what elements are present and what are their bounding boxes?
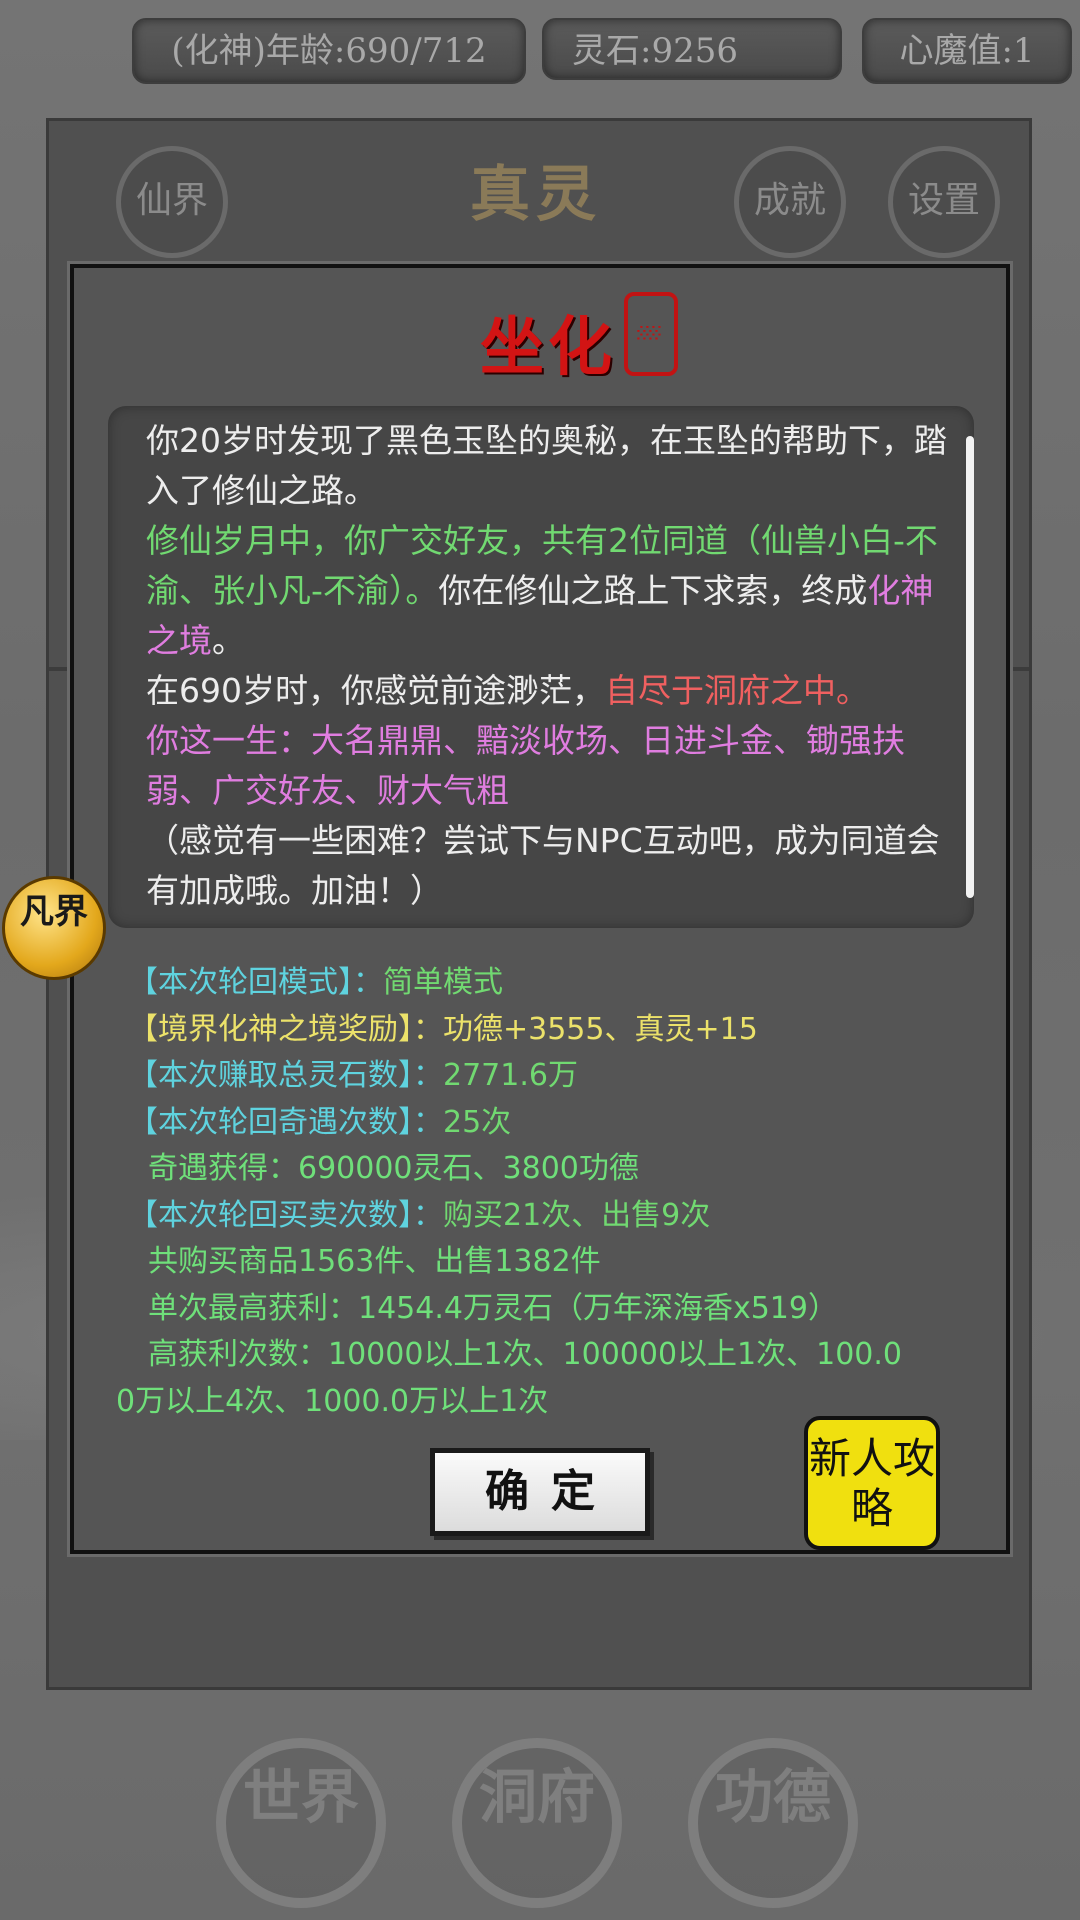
summary-value: 25次 <box>443 1104 512 1140</box>
story-death: 自尽于洞府之中。 <box>605 671 869 710</box>
summary-profit-counts: 高获利次数：10000以上1次、100000以上1次、100.0 <box>148 1337 903 1372</box>
summary-earn: 【本次赚取总灵石数】：2771.6万 <box>128 1053 968 1100</box>
story-text: 你20岁时发现了黑色玉坠的奥秘，在玉坠的帮助下，踏入了修仙之路。 修仙岁月中，你… <box>146 416 956 916</box>
confirm-button[interactable]: 确定 <box>430 1448 650 1536</box>
settings-button[interactable]: 设置 <box>888 146 1000 258</box>
story-seek: 你在修仙之路上下求索，终成 <box>438 571 868 610</box>
newbie-guide-button[interactable]: 新人攻略 <box>804 1416 940 1550</box>
summary-label: 【本次轮回奇遇次数】： <box>128 1104 443 1140</box>
achievements-button[interactable]: 成就 <box>734 146 846 258</box>
page-title: 真灵 <box>470 160 602 230</box>
spirit-stone-stat: 灵石:9256 <box>542 18 842 80</box>
red-seal-icon: ░ <box>624 292 678 376</box>
summary-encounter: 【本次轮回奇遇次数】：25次 <box>128 1100 968 1147</box>
summary-encounter-gain: 奇遇获得：690000灵石、3800功德 <box>148 1151 639 1186</box>
story-line: 你20岁时发现了黑色玉坠的奥秘，在玉坠的帮助下，踏入了修仙之路。 <box>146 421 947 510</box>
summary-label: 【本次赚取总灵石数】： <box>128 1058 443 1093</box>
merit-nav-button[interactable]: 功德 <box>688 1738 858 1908</box>
age-stat: (化神)年龄:690/712 <box>132 18 526 84</box>
story-line: 修仙岁月中，你广交好友，共有2位同道（仙兽小白-不渝、张小凡-不渝）。你在修仙之… <box>146 516 956 666</box>
cave-nav-button[interactable]: 洞府 <box>452 1738 622 1908</box>
story-line: （感觉有一些困难？尝试下与NPC互动吧，成为同道会有加成哦。加油！） <box>146 821 940 910</box>
summary-value: 简单模式 <box>383 965 503 1000</box>
summary-best-profit: 单次最高获利：1454.4万灵石（万年深海香x519） <box>148 1290 838 1326</box>
summary: 【本次轮回模式】：简单模式 【境界化神之境奖励】：功德+3555、真灵+15 【… <box>116 960 968 1425</box>
story-period: 。 <box>212 621 245 660</box>
heart-demon-stat: 心魔值:1 <box>862 18 1072 84</box>
summary-reward: 【境界化神之境奖励】：功德+3555、真灵+15 <box>128 1007 968 1054</box>
summary-value: 购买21次、出售9次 <box>443 1197 711 1233</box>
summary-value: 功德+3555、真灵+15 <box>443 1011 758 1047</box>
story-age: 在690岁时，你感觉前途渺茫， <box>146 671 605 710</box>
summary-mode: 【本次轮回模式】：简单模式 <box>128 960 968 1007</box>
summary-trade-goods: 共购买商品1563件、出售1382件 <box>148 1244 601 1279</box>
summary-trade: 【本次轮回买卖次数】：购买21次、出售9次 <box>128 1193 968 1240</box>
story-line: 在690岁时，你感觉前途渺茫，自尽于洞府之中。 <box>146 666 956 716</box>
summary-label: 【本次轮回模式】： <box>128 965 383 1000</box>
world-nav-button[interactable]: 世界 <box>216 1738 386 1908</box>
dialog-title: 坐化 <box>480 310 616 385</box>
story-scrollbar[interactable] <box>966 436 974 898</box>
summary-label: 【境界化神之境奖励】： <box>128 1011 443 1047</box>
fanjie-gourd-button[interactable]: 凡界 <box>2 876 106 980</box>
story-line: 你这一生：大名鼎鼎、黯淡收场、日进斗金、锄强扶弱、广交好友、财大气粗 <box>146 721 905 810</box>
summary-value: 2771.6万 <box>443 1058 578 1093</box>
summary-label: 【本次轮回买卖次数】： <box>128 1197 443 1233</box>
xianjie-button[interactable]: 仙界 <box>116 146 228 258</box>
